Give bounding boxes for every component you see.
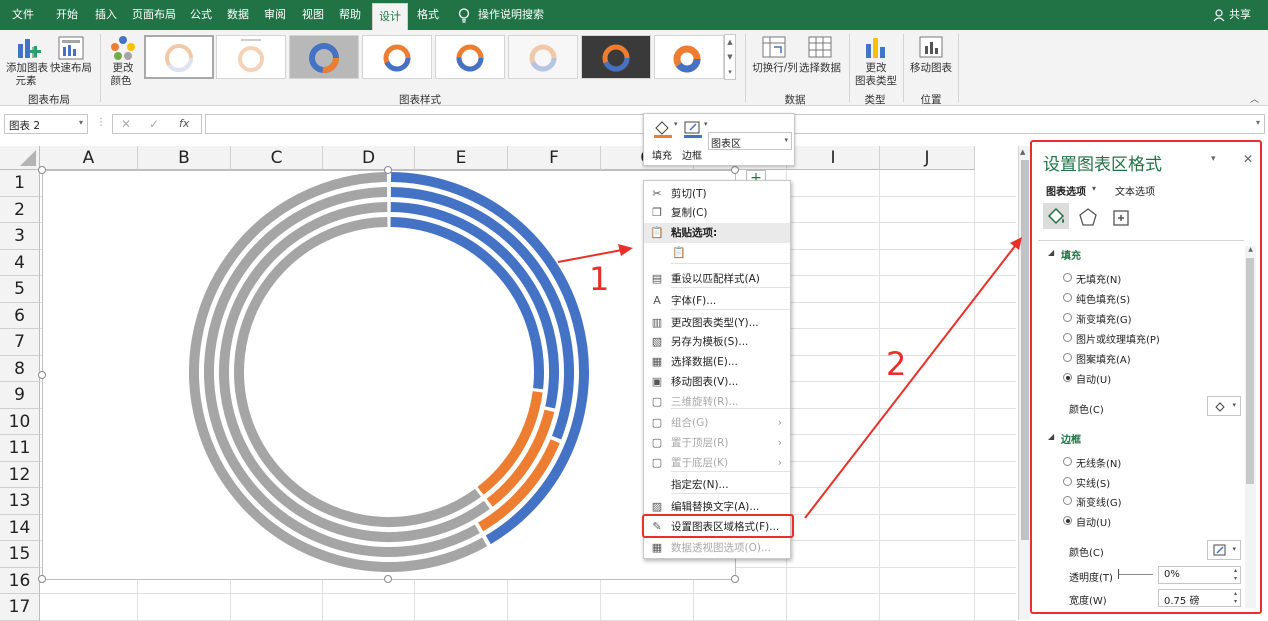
step-2-label: 2: [886, 345, 907, 383]
step-1-label: 1: [589, 260, 610, 298]
annotation-arrows: [557, 237, 1022, 519]
